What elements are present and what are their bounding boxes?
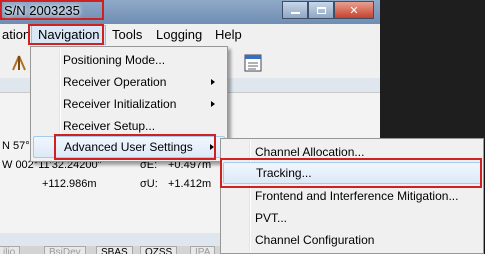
menu-item-label: Receiver Initialization [63,97,177,111]
submenu-arrow-icon [211,101,215,107]
menu-item-label: Channel Allocation... [255,145,365,159]
close-icon: ✕ [349,4,359,17]
maximize-button[interactable] [308,1,334,19]
latitude-value: N 57° [2,140,30,152]
antenna-icon[interactable] [10,54,28,72]
sigma-u-label: σU: [140,178,158,190]
menu-item-label: Receiver Operation [63,75,167,89]
minimize-icon [290,12,300,14]
sigma-u-value: +1.412m [168,178,212,190]
tab-galileo[interactable]: ilio [0,246,21,254]
menu-bar: ation Navigation Tools Logging Help [0,24,380,47]
tracking-highlight-box [220,158,482,188]
height-value: +112.986m [42,178,97,190]
tab-ipa[interactable]: IPA [190,246,216,254]
menu-tools[interactable]: Tools [106,27,148,43]
menu-item-positioning-mode[interactable]: Positioning Mode... [33,49,225,71]
advanced-settings-highlight-box [54,134,216,160]
tab-sbas[interactable]: SBAS [96,246,133,254]
menu-item-receiver-initialization[interactable]: Receiver Initialization [33,93,225,115]
menu-item-label: Frontend and Interference Mitigation... [255,189,459,203]
window-title: S/N 2003235 [4,3,80,18]
menu-item-label: Receiver Setup... [63,119,156,133]
menu-item-label: Channel Configuration [255,233,375,247]
title-bar: S/N 2003235 ✕ [0,0,380,25]
menu-item-frontend-interference[interactable]: Frontend and Interference Mitigation... [223,185,481,207]
menu-item-channel-configuration[interactable]: Channel Configuration [223,229,481,251]
calendar-icon[interactable] [244,54,262,72]
maximize-icon [316,6,326,14]
menu-item-pvt[interactable]: PVT... [223,207,481,229]
tab-qzss[interactable]: QZSS [140,246,178,254]
tab-beidou[interactable]: BsiDev [44,246,86,254]
menu-logging[interactable]: Logging [150,27,208,43]
advanced-user-settings-submenu: Channel Allocation... Tracking... Fronte… [220,138,484,254]
menu-item-label: PVT... [255,211,288,225]
window-controls: ✕ [282,1,374,19]
menu-item-receiver-operation[interactable]: Receiver Operation [33,71,225,93]
menu-help[interactable]: Help [209,27,248,43]
minimize-button[interactable] [282,1,308,19]
menu-item-label: Positioning Mode... [63,53,166,67]
submenu-arrow-icon [211,79,215,85]
navigation-highlight-box [28,24,104,45]
close-button[interactable]: ✕ [334,1,374,19]
